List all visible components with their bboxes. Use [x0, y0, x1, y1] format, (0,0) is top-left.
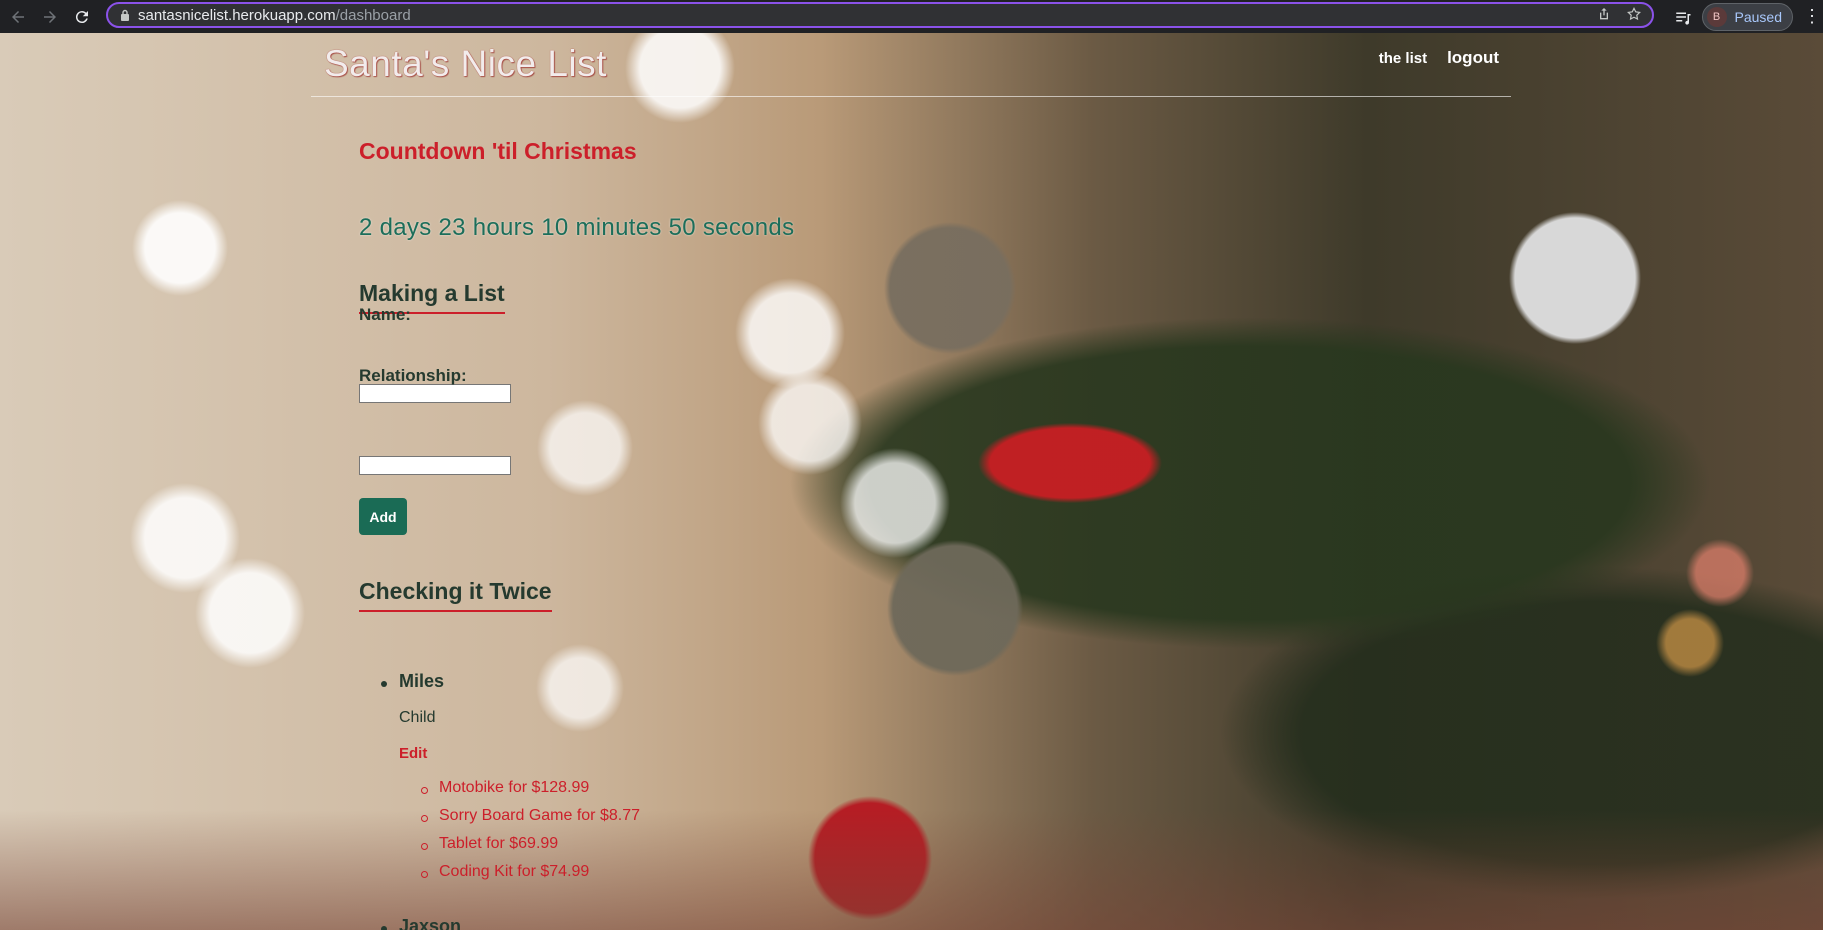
- edit-link[interactable]: Edit: [399, 745, 427, 762]
- arrow-right-icon: [44, 10, 56, 23]
- reading-list-icon[interactable]: [1674, 8, 1692, 26]
- profile-button[interactable]: B Paused: [1701, 2, 1793, 31]
- relationship-label: Relationship:: [359, 366, 467, 385]
- back-button[interactable]: [4, 3, 32, 31]
- menu-kebab-icon[interactable]: ⋮: [1803, 6, 1821, 27]
- nav-logout[interactable]: logout: [1447, 48, 1499, 68]
- gift-bullet: [421, 843, 428, 850]
- arrow-left-icon: [12, 10, 24, 23]
- site-nav: the list logout: [1379, 48, 1499, 68]
- reload-icon: [75, 10, 88, 23]
- gift-bullet: [421, 815, 428, 822]
- person-relationship: Child: [399, 709, 436, 726]
- gift-item: Motobike for $128.99: [439, 779, 590, 796]
- countdown-timer: 2 days 23 hours 10 minutes 50 seconds: [359, 214, 795, 241]
- site-title[interactable]: Santa's Nice List: [324, 43, 607, 85]
- add-button[interactable]: Add: [359, 498, 407, 535]
- url-path: /dashboard: [335, 6, 411, 24]
- checking-twice-title: Checking it Twice: [359, 578, 552, 612]
- forward-button[interactable]: [36, 3, 64, 31]
- gift-item: Tablet for $69.99: [439, 835, 559, 852]
- gift-bullet: [421, 787, 428, 794]
- page-background: Santa's Nice List the list logout Countd…: [0, 33, 1823, 930]
- gift-bullet: [421, 871, 428, 878]
- reload-button[interactable]: [68, 3, 96, 31]
- countdown-title: Countdown 'til Christmas: [359, 138, 637, 164]
- bookmark-star-icon[interactable]: [1626, 6, 1642, 22]
- name-input[interactable]: [359, 384, 511, 403]
- browser-toolbar: santasnicelist.herokuapp.com/dashboard B…: [0, 0, 1823, 33]
- person-name: Miles: [399, 671, 445, 691]
- gift-item: Coding Kit for $74.99: [439, 863, 590, 880]
- share-icon[interactable]: [1596, 6, 1612, 22]
- profile-status: Paused: [1734, 8, 1782, 25]
- list-bullet: [381, 681, 387, 687]
- list-bullet: [381, 926, 387, 930]
- lock-icon: [121, 9, 129, 21]
- address-bar[interactable]: santasnicelist.herokuapp.com/dashboard: [106, 2, 1654, 28]
- name-label: Name:: [359, 305, 411, 324]
- person-name: Jaxson: [399, 916, 462, 930]
- relationship-input[interactable]: [359, 456, 511, 475]
- site-header: Santa's Nice List the list logout: [311, 33, 1511, 97]
- url-host: santasnicelist.herokuapp.com: [138, 6, 336, 24]
- avatar: B: [1706, 6, 1727, 27]
- gift-item: Sorry Board Game for $8.77: [439, 807, 640, 824]
- nav-the-list[interactable]: the list: [1379, 50, 1427, 67]
